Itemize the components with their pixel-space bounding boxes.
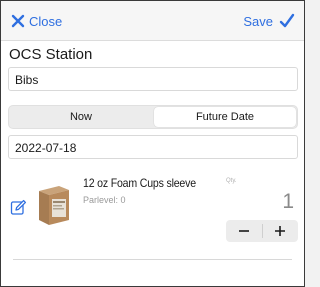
segment-now[interactable]: Now	[10, 107, 152, 127]
decrement-button[interactable]	[226, 220, 262, 242]
location-field[interactable]: Bibs	[8, 67, 298, 91]
row-divider	[13, 259, 292, 260]
save-label: Save	[243, 13, 273, 29]
segment-future-date[interactable]: Future Date	[154, 107, 296, 127]
quantity-value: 1	[282, 190, 294, 213]
product-name: 12 oz Foam Cups sleeve	[83, 176, 196, 190]
quantity-stepper	[226, 220, 298, 242]
edit-button[interactable]	[10, 199, 27, 216]
app-window: Close Save OCS Station Bibs Now Future D…	[0, 0, 305, 287]
close-icon	[11, 14, 25, 28]
date-mode-segmented-control: Now Future Date	[8, 105, 298, 129]
station-title: OCS Station	[9, 46, 93, 63]
parlevel-text: Parlevel: 0	[83, 195, 126, 205]
product-image	[39, 186, 69, 225]
increment-button[interactable]	[262, 220, 298, 242]
minus-icon	[239, 230, 249, 232]
date-value: 2022-07-18	[15, 141, 77, 155]
plus-icon	[275, 226, 285, 236]
edit-icon	[10, 199, 27, 215]
close-label: Close	[29, 13, 63, 29]
date-field[interactable]: 2022-07-18	[8, 135, 298, 159]
product-row: 12 oz Foam Cups sleeve Qty. Parlevel: 0 …	[1, 164, 304, 259]
qty-caption: Qty.	[226, 178, 237, 184]
close-button[interactable]: Close	[11, 11, 62, 31]
save-button[interactable]: Save	[243, 11, 295, 31]
location-value: Bibs	[15, 73, 39, 87]
navigation-bar: Close Save	[1, 1, 304, 41]
checkmark-icon	[279, 13, 295, 28]
